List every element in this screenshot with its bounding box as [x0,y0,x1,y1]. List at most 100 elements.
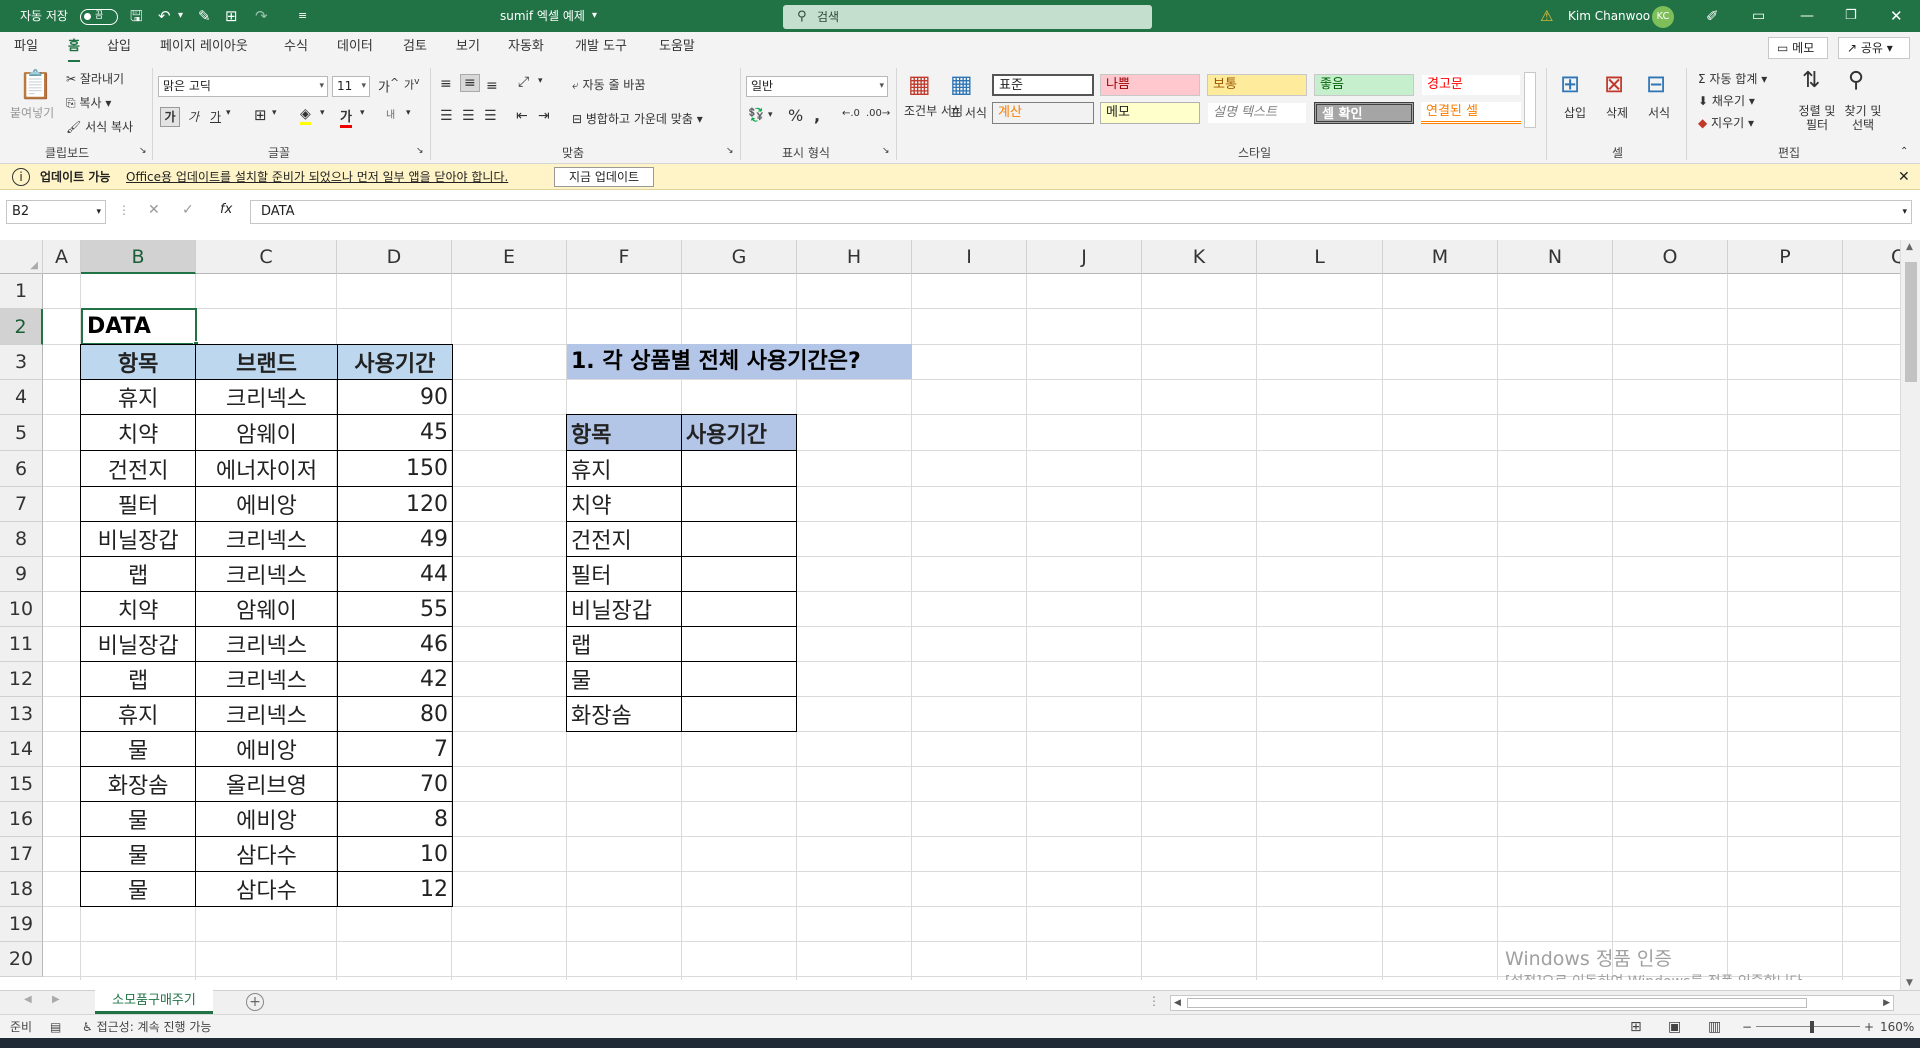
macro-record-icon[interactable]: ▤ [50,1015,61,1039]
tab-help[interactable]: 도움말 [659,32,695,62]
zoom-out-icon[interactable]: − [1742,1015,1752,1039]
underline-button[interactable]: 가 [210,108,221,125]
item-cell[interactable]: 건전지 [79,450,197,487]
font-launcher-icon[interactable]: ↘ [416,146,424,156]
tab-home[interactable]: 홈 [68,32,80,62]
row-header[interactable]: 14 [0,732,43,767]
item-cell[interactable]: 물 [79,801,197,837]
column-header[interactable]: E [452,240,567,274]
tab-file[interactable]: 파일 [14,32,38,62]
style-bad[interactable]: 나쁨 [1100,74,1200,96]
pen-icon[interactable]: ✐ [1706,0,1719,32]
find-select-button[interactable]: 찾기 및 선택 [1840,104,1886,132]
increase-decimal-icon[interactable]: ←.0 [842,108,860,119]
row-header[interactable]: 18 [0,872,43,907]
number-format-select[interactable]: 일반 ▾ [746,76,888,97]
save-icon[interactable]: 🖫 [130,0,143,32]
add-sheet-icon[interactable]: + [246,993,264,1011]
format-as-table-icon[interactable]: ▦ [950,70,973,98]
formula-input[interactable]: DATA ▾ [250,200,1912,224]
clipboard-launcher-icon[interactable]: ↘ [139,146,147,156]
normal-view-icon[interactable]: ⊞ [1630,1015,1642,1039]
copy-button[interactable]: ⎘ 복사 ▾ [66,94,111,111]
row-header[interactable]: 10 [0,592,43,627]
accounting-format-icon[interactable]: 💱 [748,108,764,123]
align-middle-icon[interactable]: ≡ [460,74,480,92]
question-answer-cell[interactable] [681,626,797,662]
align-right-icon[interactable]: ☰ [484,108,497,124]
row-header[interactable]: 7 [0,487,43,522]
share-button[interactable]: ↗ 공유 ▾ [1838,37,1910,59]
title-chevron-down-icon[interactable]: ▾ [592,0,597,32]
wrap-text-button[interactable]: ⤶ 자동 줄 바꿈 [572,76,645,93]
delete-cells-button[interactable]: 삭제 [1606,104,1628,121]
item-cell[interactable]: 물 [79,731,197,767]
period-cell[interactable]: 49 [336,521,454,557]
underline-dropdown-icon[interactable]: ▾ [226,108,231,118]
autosum-button[interactable]: Σ 자동 합계 ▾ [1698,70,1767,87]
row-header[interactable]: 6 [0,451,43,487]
scroll-down-icon[interactable]: ▼ [1906,978,1913,988]
column-header[interactable]: F [567,240,682,274]
style-warning[interactable]: 경고문 [1421,74,1521,96]
phonetic-dropdown-icon[interactable]: ▾ [406,108,411,118]
close-icon[interactable]: ✕ [1890,0,1903,32]
brand-cell[interactable]: 에비앙 [195,486,338,522]
item-cell[interactable]: 비닐장갑 [79,626,197,662]
style-check-cell[interactable]: 셀 확인 [1314,102,1414,124]
style-neutral[interactable]: 보통 [1207,74,1307,96]
item-cell[interactable]: 랩 [79,556,197,592]
sheet-tab[interactable]: 소모품구매주기 [95,990,213,1014]
row-header[interactable]: 17 [0,837,43,872]
orientation-dropdown-icon[interactable]: ▾ [538,76,543,86]
format-painter-button[interactable]: 🖌 서식 복사 [66,118,133,135]
horizontal-scrollbar[interactable]: ◀ ▶ [1170,995,1894,1011]
insert-function-icon[interactable]: fx [220,202,232,217]
format-cells-icon[interactable]: ⊟ [1646,70,1666,98]
shrink-font-icon[interactable]: 가v [404,76,420,93]
item-cell[interactable]: 필터 [79,486,197,522]
row-header[interactable]: 4 [0,380,43,415]
paste-icon[interactable]: 📋 [18,68,53,101]
brand-cell[interactable]: 크리넥스 [195,379,338,415]
page-layout-view-icon[interactable]: ▣ [1668,1015,1681,1039]
item-cell[interactable]: 치약 [79,591,197,627]
row-header[interactable]: 1 [0,274,43,309]
percent-icon[interactable]: % [788,106,803,125]
format-as-table-button[interactable]: 표 서식 [950,104,987,121]
zoom-slider[interactable] [1756,1026,1860,1027]
scroll-right-icon[interactable]: ▶ [1883,996,1890,1010]
phonetic-icon[interactable]: 내 [386,106,395,121]
next-sheet-icon[interactable]: ▶ [52,994,60,1005]
collapse-ribbon-icon[interactable]: ⌃ [1900,146,1908,157]
borders-icon[interactable]: ⊞ [254,106,267,124]
tab-data[interactable]: 데이터 [337,32,373,62]
question-item-cell[interactable]: 화장솜 [566,696,682,732]
font-size-select[interactable]: 11 ▾ [332,76,370,97]
row-header[interactable]: 12 [0,662,43,697]
column-header[interactable]: M [1383,240,1498,274]
tab-formulas[interactable]: 수식 [284,32,308,62]
question-title[interactable]: 1. 각 상품별 전체 사용기간은? [567,344,912,379]
period-cell[interactable]: 44 [336,556,454,592]
question-header-cell[interactable]: 항목 [566,414,682,451]
brand-cell[interactable]: 크리넥스 [195,661,338,697]
enter-icon[interactable]: ✓ [182,202,194,218]
row-header[interactable]: 15 [0,767,43,802]
brand-cell[interactable]: 크리넥스 [195,696,338,732]
tab-developer[interactable]: 개발 도구 [575,32,627,62]
fill-color-icon[interactable]: ◈ [300,106,311,125]
question-answer-cell[interactable] [681,450,797,487]
format-painter-qat-icon[interactable]: ✎ [198,0,211,32]
font-color-dropdown-icon[interactable]: ▾ [360,108,365,118]
select-all-corner[interactable]: ◢ [0,240,43,274]
page-break-view-icon[interactable]: ▥ [1708,1015,1721,1039]
question-item-cell[interactable]: 물 [566,661,682,697]
vertical-scroll-thumb[interactable] [1905,262,1917,382]
question-item-cell[interactable]: 치약 [566,486,682,522]
question-item-cell[interactable]: 건전지 [566,521,682,557]
style-linked-cell[interactable]: 연결된 셀 [1421,102,1521,124]
brand-cell[interactable]: 에비앙 [195,731,338,767]
column-header[interactable]: O [1613,240,1728,274]
brand-cell[interactable]: 올리브영 [195,766,338,802]
